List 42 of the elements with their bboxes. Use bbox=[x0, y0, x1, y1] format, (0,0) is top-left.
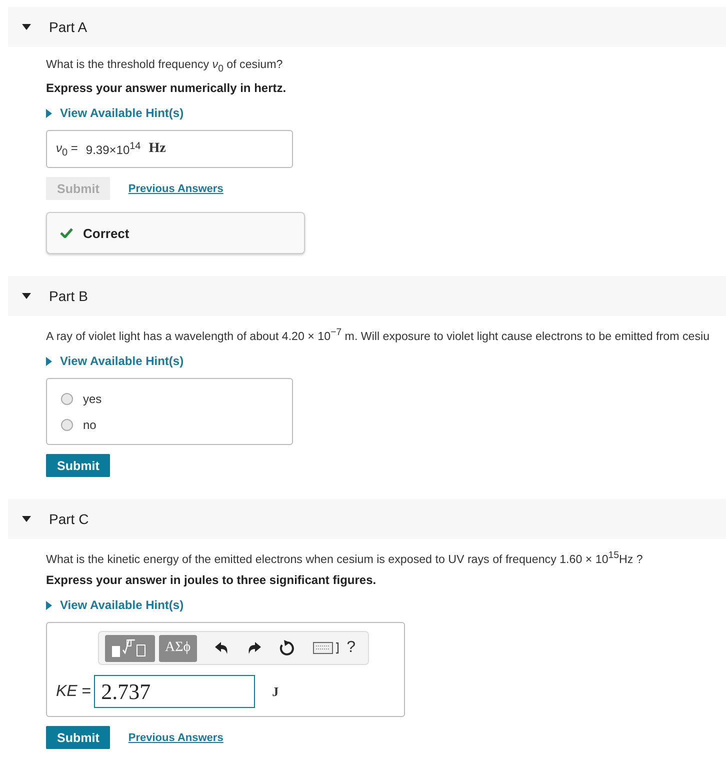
template-button[interactable] bbox=[105, 634, 155, 662]
symbols-button[interactable]: ΑΣϕ bbox=[159, 634, 197, 662]
triangle-icon bbox=[46, 600, 52, 610]
question-text: A ray of violet light has a wavelength of about 4.20 × 10$^{−7}$ m. Will exposure to violet light cause electrons to be emitted from cesiu bbox=[46, 330, 710, 344]
previous-answers-link[interactable]: Previous Answers bbox=[128, 732, 224, 744]
submit-button[interactable]: Submit bbox=[46, 454, 110, 478]
unit-label: Hz bbox=[148, 141, 166, 158]
submit-button[interactable]: Submit bbox=[46, 726, 110, 750]
radio-button[interactable] bbox=[61, 419, 73, 432]
unit-label: J bbox=[272, 684, 279, 700]
radio-button[interactable] bbox=[61, 393, 73, 406]
undo-icon[interactable] bbox=[214, 642, 229, 654]
hint-link[interactable]: View Available Hint(s) bbox=[46, 106, 184, 120]
option-label: no bbox=[83, 418, 96, 432]
answer-value: 9.39×10$^{14}$ bbox=[86, 141, 141, 158]
part-header[interactable]: Part B bbox=[8, 276, 726, 316]
part-header[interactable]: Part C bbox=[8, 499, 726, 540]
reset-icon[interactable] bbox=[278, 640, 295, 656]
answer-label: ν$_{0}$ = bbox=[56, 140, 78, 158]
answer-label: KE = bbox=[56, 682, 92, 701]
part-title: Part B bbox=[49, 288, 88, 304]
part-title: Part A bbox=[49, 19, 88, 35]
question-text: What is the kinetic energy of the emitted electrons when cesium is exposed to UV rays of frequency 1.60 × 10$^{15}$Hz ? bbox=[46, 553, 643, 566]
triangle-icon bbox=[46, 108, 52, 118]
triangle-icon bbox=[46, 356, 52, 366]
part-header[interactable]: Part A bbox=[8, 7, 726, 47]
instruction-text: Express your answer in joules to three significant figures. bbox=[46, 573, 376, 588]
caret-icon bbox=[22, 516, 31, 522]
instruction-text: Express your answer numerically in hertz. bbox=[46, 81, 286, 96]
caret-icon bbox=[22, 293, 31, 300]
answer-input[interactable]: 2.737 bbox=[94, 675, 256, 708]
question-text: What is the threshold frequency ν$_{0}$ of cesium? bbox=[46, 58, 283, 71]
redo-icon[interactable] bbox=[246, 642, 261, 654]
help-button[interactable]: ? bbox=[346, 639, 356, 658]
part-title: Part C bbox=[49, 511, 89, 528]
previous-answers-link[interactable]: Previous Answers bbox=[128, 182, 224, 195]
hint-link[interactable]: View Available Hint(s) bbox=[46, 354, 184, 368]
feedback-text: Correct bbox=[83, 226, 130, 241]
caret-icon bbox=[22, 24, 31, 30]
hint-link[interactable]: View Available Hint(s) bbox=[46, 598, 184, 612]
keyboard-icon[interactable] bbox=[312, 642, 339, 654]
option-label: yes bbox=[83, 392, 102, 406]
